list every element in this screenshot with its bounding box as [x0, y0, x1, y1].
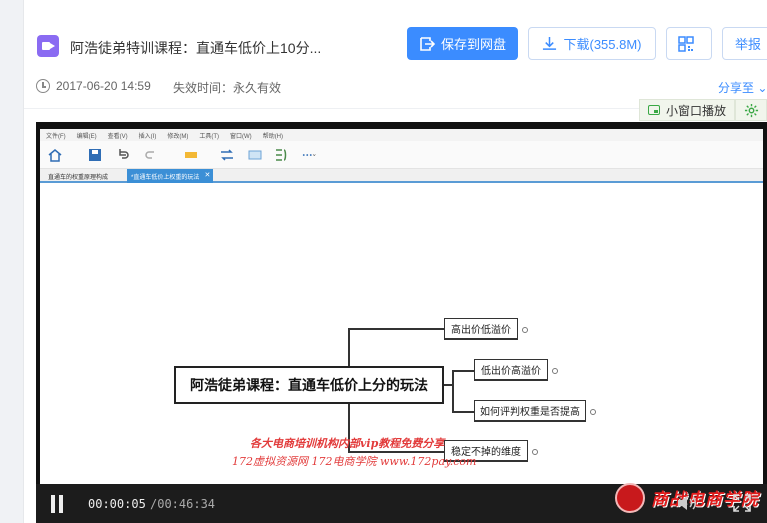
recorded-app-menubar: 文件(F) 编辑(E) 查看(V) 插入(I) 修改(M) 工具(T) 窗口(W…	[40, 129, 763, 141]
save-disk-icon	[89, 149, 101, 161]
collapse-dot-icon	[552, 368, 558, 374]
collapse-dot-icon	[590, 409, 596, 415]
download-button[interactable]: 下载(355.8M)	[528, 27, 656, 60]
download-label: 下载(355.8M)	[563, 37, 642, 52]
report-label: 举报	[734, 37, 761, 52]
more-icon	[302, 154, 316, 156]
clock-icon	[36, 79, 50, 93]
mindmap-subtopic: 高出价低溢价	[444, 318, 518, 340]
save-icon	[420, 36, 435, 51]
download-icon	[543, 36, 557, 50]
mindmap-subtopic: 如何评判权重是否提高	[474, 400, 586, 422]
topic-icon	[185, 152, 197, 158]
save-label: 保存到网盘	[440, 37, 506, 52]
recorded-tab: 直通车的权重原理构成	[48, 174, 109, 181]
boundary-icon	[248, 150, 262, 160]
recorded-app-tabs: 直通车的权重原理构成 *直通车低价上权重的玩法 ✕	[40, 169, 763, 183]
mini-window-icon	[648, 105, 660, 115]
mindmap-root-topic: 阿浩徒弟课程：直通车低价上分的玩法	[174, 366, 444, 404]
recorded-tab-active: *直通车低价上权重的玩法 ✕	[127, 169, 214, 183]
volume-icon[interactable]	[676, 494, 698, 512]
video-player[interactable]: 文件(F) 编辑(E) 查看(V) 插入(I) 修改(M) 工具(T) 窗口(W…	[36, 122, 767, 523]
app-menu-item: 修改(M)	[167, 133, 189, 140]
expiry-text: 失效时间：永久有效	[173, 81, 282, 95]
mindmap-connector	[452, 411, 474, 413]
recorded-app-toolbar	[40, 141, 763, 169]
summary-icon	[276, 149, 287, 161]
qr-code-icon	[678, 35, 694, 52]
relation-icon	[221, 149, 233, 161]
close-icon: ✕	[204, 172, 211, 179]
total-time: /00:46:34	[150, 497, 216, 511]
home-icon	[48, 149, 62, 162]
file-title: 阿浩徒弟特训课程：直通车低价上10分...	[70, 40, 322, 56]
mindmap-subtopic: 低出价高溢价	[474, 359, 548, 381]
collapse-dot-icon	[532, 449, 538, 455]
mindmap-connector	[348, 328, 444, 330]
mini-window-label: 小窗口播放	[666, 103, 727, 118]
app-menu-item: 编辑(E)	[76, 133, 97, 140]
watermark-line-2: 172虚拟资源网 172电商学院 www.172pay.com	[232, 455, 477, 468]
settings-button[interactable]	[735, 99, 767, 121]
mindmap-connector	[444, 384, 452, 386]
pause-icon[interactable]	[50, 495, 64, 513]
undo-icon	[119, 149, 129, 159]
mini-window-play-button[interactable]: 小窗口播放	[639, 99, 735, 121]
watermark-line-1: 各大电商培训机构内部vip教程免费分享	[250, 437, 445, 450]
app-menu-item: 文件(F)	[46, 133, 66, 140]
current-time: 00:00:05	[88, 497, 146, 511]
app-menu-item: 查看(V)	[107, 133, 128, 140]
share-label: 分享至	[718, 81, 755, 95]
left-sidebar-strip	[0, 0, 24, 523]
app-menu-item: 帮助(H)	[262, 133, 284, 140]
collapse-dot-icon	[522, 327, 528, 333]
mindmap-connector	[452, 370, 454, 412]
share-dropdown[interactable]: 分享至 ⌄	[718, 79, 767, 96]
save-to-netdisk-button[interactable]: 保存到网盘	[407, 27, 518, 60]
app-menu-item: 工具(T)	[199, 133, 220, 140]
redo-icon	[145, 151, 154, 159]
gear-icon	[744, 103, 758, 117]
mindmap-connector	[348, 329, 350, 366]
app-menu-item: 窗口(W)	[230, 133, 252, 140]
recorded-tab-label: *直通车低价上权重的玩法	[131, 174, 200, 181]
main-panel: 阿浩徒弟特训课程：直通车低价上10分... 保存到网盘 下载(355.8M) 举…	[24, 0, 767, 523]
video-file-icon	[37, 35, 59, 57]
mindmap-connector	[452, 370, 474, 372]
mindmap-canvas: 阿浩徒弟课程：直通车低价上分的玩法 高出价低溢价 低出价高溢价 如何评判权重是否…	[40, 185, 763, 484]
upload-date: 2017-06-20 14:59	[56, 79, 151, 93]
fullscreen-icon[interactable]	[733, 494, 751, 512]
qr-code-button[interactable]	[666, 27, 712, 60]
report-button[interactable]: 举报	[722, 27, 767, 60]
video-frame[interactable]: 文件(F) 编辑(E) 查看(V) 插入(I) 修改(M) 工具(T) 窗口(W…	[40, 129, 763, 484]
brand-seal-icon	[615, 483, 645, 513]
app-menu-item: 插入(I)	[138, 133, 157, 140]
chevron-down-icon: ⌄	[757, 81, 767, 95]
